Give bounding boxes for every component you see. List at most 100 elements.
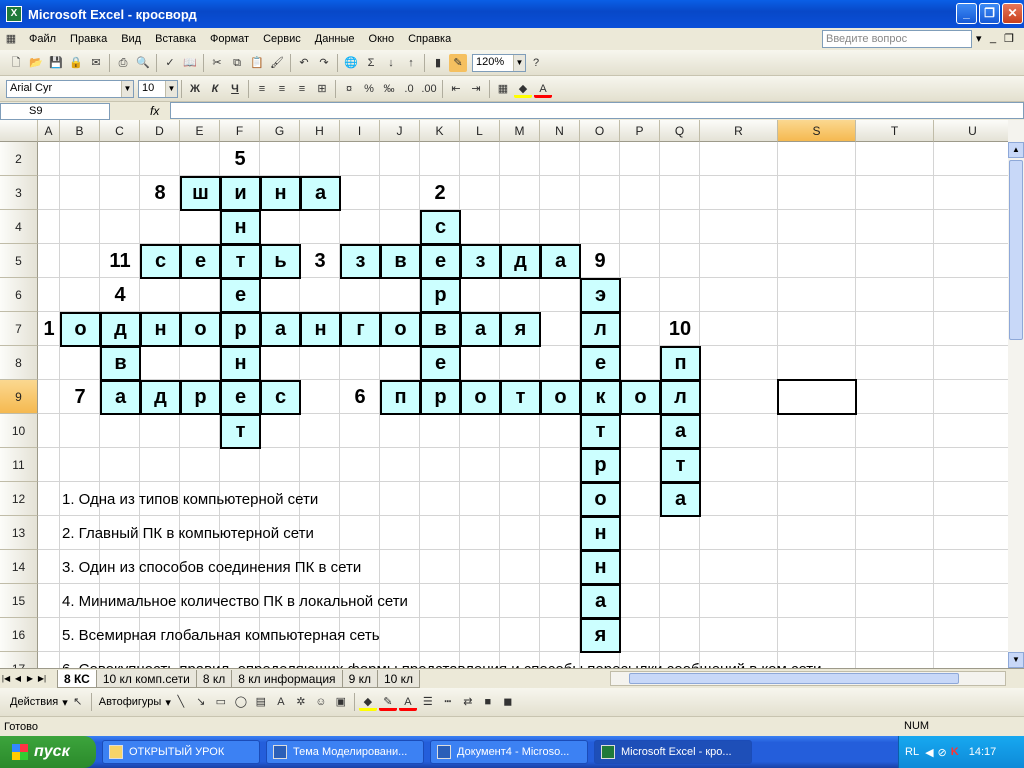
menu-insert[interactable]: Вставка	[148, 33, 203, 45]
column-header[interactable]: H	[300, 120, 340, 142]
row-header[interactable]: 14	[0, 550, 38, 584]
menu-view[interactable]: Вид	[114, 33, 148, 45]
crossword-cell[interactable]: р	[180, 380, 221, 415]
underline-button[interactable]: Ч	[226, 80, 244, 98]
column-header[interactable]: O	[580, 120, 620, 142]
crossword-cell[interactable]: о	[460, 380, 501, 415]
crossword-cell[interactable]: е	[180, 244, 221, 279]
fill-color-icon[interactable]: ◆	[358, 693, 377, 711]
menu-window[interactable]: Окно	[362, 33, 402, 45]
borders-icon[interactable]: ▦	[494, 80, 512, 98]
crossword-cell[interactable]: л	[580, 312, 621, 347]
crossword-cell[interactable]: с	[260, 380, 301, 415]
clipart-icon[interactable]: ☺	[312, 693, 330, 711]
arrow-icon[interactable]: ↘	[192, 693, 210, 711]
crossword-cell[interactable]: в	[100, 346, 141, 381]
select-objects-icon[interactable]: ↖	[69, 693, 87, 711]
font-color-icon[interactable]: A	[534, 80, 552, 98]
horizontal-scrollbar[interactable]	[610, 671, 1006, 686]
prev-sheet-icon[interactable]: ◀	[12, 674, 24, 683]
email-icon[interactable]: ✉	[87, 54, 105, 72]
crossword-cell[interactable]: я	[580, 618, 621, 653]
row-header[interactable]: 8	[0, 346, 38, 380]
column-header[interactable]: N	[540, 120, 580, 142]
shadow-icon[interactable]: ■	[479, 693, 497, 711]
permission-icon[interactable]: 🔒	[67, 54, 85, 72]
row-header[interactable]: 10	[0, 414, 38, 448]
cut-icon[interactable]: ✂	[208, 54, 226, 72]
scroll-up-icon[interactable]: ▲	[1008, 142, 1024, 158]
currency-icon[interactable]: ¤	[340, 80, 358, 98]
menu-tools[interactable]: Сервис	[256, 33, 308, 45]
crossword-cell[interactable]: р	[220, 312, 261, 347]
help-icon[interactable]: ?	[527, 54, 545, 72]
row-header[interactable]: 6	[0, 278, 38, 312]
crossword-cell[interactable]: н	[260, 176, 301, 211]
crossword-cell[interactable]: а	[580, 584, 621, 619]
column-header[interactable]: F	[220, 120, 260, 142]
crossword-cell[interactable]: н	[580, 516, 621, 551]
crossword-cell[interactable]: а	[660, 414, 701, 449]
language-indicator[interactable]: RL	[905, 746, 919, 758]
crossword-cell[interactable]: а	[300, 176, 341, 211]
redo-icon[interactable]: ↷	[315, 54, 333, 72]
crossword-cell[interactable]: а	[540, 244, 581, 279]
crossword-cell[interactable]: а	[660, 482, 701, 517]
diagram-icon[interactable]: ✲	[292, 693, 310, 711]
crossword-cell[interactable]: д	[140, 380, 181, 415]
column-header[interactable]: A	[38, 120, 60, 142]
italic-button[interactable]: К	[206, 80, 224, 98]
bold-button[interactable]: Ж	[186, 80, 204, 98]
crossword-cell[interactable]: и	[220, 176, 261, 211]
crossword-cell[interactable]: я	[500, 312, 541, 347]
select-all-corner[interactable]	[0, 120, 38, 142]
chevron-down-icon[interactable]: ▼	[165, 80, 177, 97]
row-header[interactable]: 7	[0, 312, 38, 346]
column-header[interactable]: M	[500, 120, 540, 142]
column-header[interactable]: S	[778, 120, 856, 142]
crossword-cell[interactable]: э	[580, 278, 621, 313]
formula-input[interactable]	[170, 102, 1024, 119]
column-header[interactable]: J	[380, 120, 420, 142]
row-header[interactable]: 11	[0, 448, 38, 482]
sheet-tab[interactable]: 9 кл	[341, 669, 378, 688]
decrease-decimal-icon[interactable]: .00	[420, 80, 438, 98]
menu-data[interactable]: Данные	[308, 33, 362, 45]
row-header[interactable]: 12	[0, 482, 38, 516]
spelling-icon[interactable]: ✓	[161, 54, 179, 72]
row-header[interactable]: 16	[0, 618, 38, 652]
doc-restore-icon[interactable]: ❐	[1004, 32, 1014, 45]
textbox-icon[interactable]: ▤	[252, 693, 270, 711]
font-size-select[interactable]: 10 ▼	[138, 79, 178, 98]
crossword-cell[interactable]: т	[220, 244, 261, 279]
crossword-cell[interactable]: з	[340, 244, 381, 279]
restore-button[interactable]: ❐	[979, 3, 1000, 24]
open-icon[interactable]: 📂	[27, 54, 45, 72]
crossword-cell[interactable]: н	[220, 346, 261, 381]
crossword-cell[interactable]: т	[580, 414, 621, 449]
row-header[interactable]: 13	[0, 516, 38, 550]
start-button[interactable]: пуск	[0, 736, 96, 768]
column-header[interactable]: E	[180, 120, 220, 142]
crossword-cell[interactable]: а	[260, 312, 301, 347]
sheet-tab[interactable]: 8 кл информация	[231, 669, 343, 688]
sheet-tab[interactable]: 8 кл	[195, 669, 233, 688]
next-sheet-icon[interactable]: ▶	[24, 674, 36, 683]
first-sheet-icon[interactable]: |◀	[0, 674, 12, 683]
column-header[interactable]: C	[100, 120, 140, 142]
column-header[interactable]: R	[700, 120, 778, 142]
autoshapes-menu[interactable]: Автофигуры	[95, 696, 166, 708]
crossword-cell[interactable]: о	[540, 380, 581, 415]
merge-center-icon[interactable]: ⊞	[313, 80, 331, 98]
menu-help[interactable]: Справка	[401, 33, 458, 45]
print-icon[interactable]: ⎙	[114, 54, 132, 72]
crossword-cell[interactable]: п	[380, 380, 421, 415]
crossword-cell[interactable]: е	[580, 346, 621, 381]
crossword-cell[interactable]: п	[660, 346, 701, 381]
row-header[interactable]: 17	[0, 652, 38, 668]
vertical-scrollbar[interactable]: ▲ ▼	[1008, 120, 1024, 668]
percent-icon[interactable]: %	[360, 80, 378, 98]
crossword-cell[interactable]: в	[380, 244, 421, 279]
undo-icon[interactable]: ↶	[295, 54, 313, 72]
chevron-down-icon[interactable]: ▼	[121, 80, 133, 97]
